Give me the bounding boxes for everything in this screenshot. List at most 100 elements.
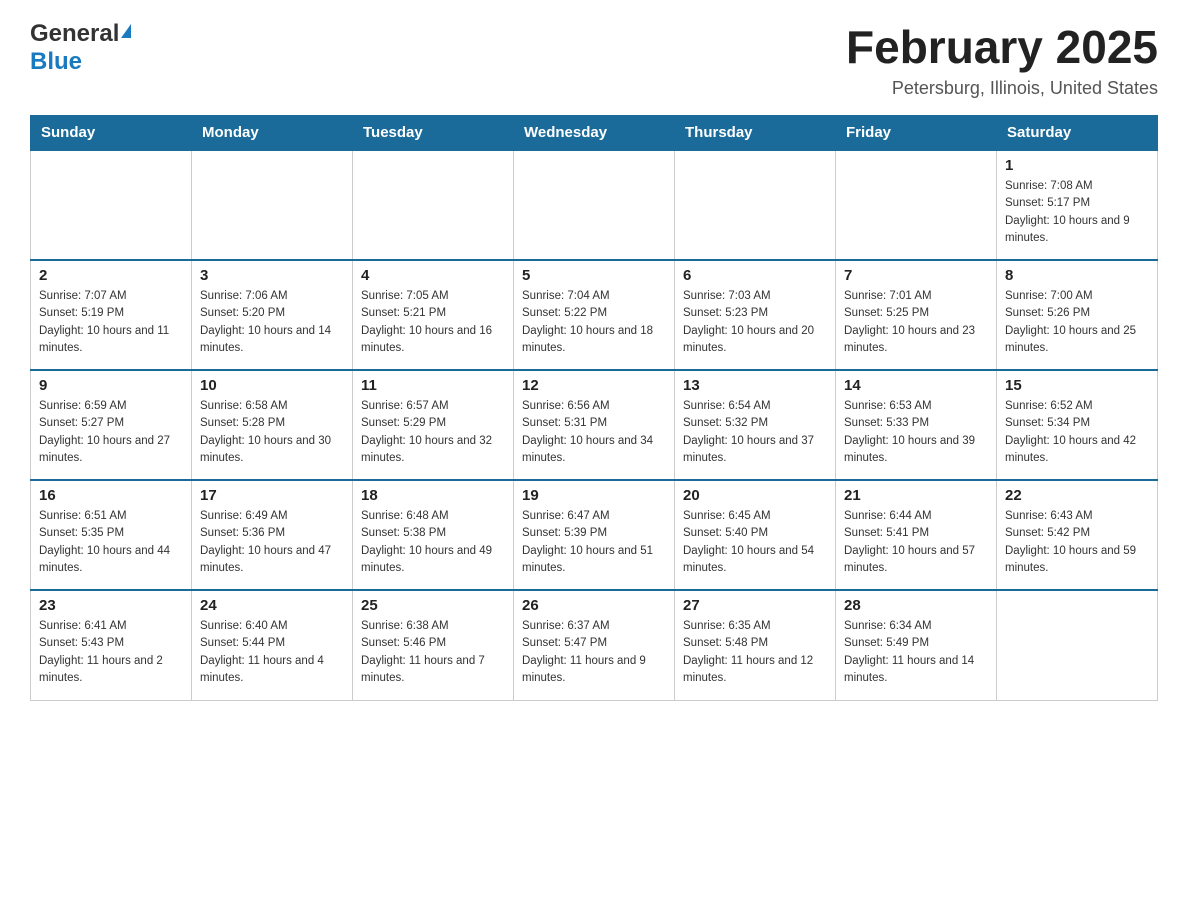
day-info: Sunrise: 6:52 AMSunset: 5:34 PMDaylight:…: [1005, 398, 1149, 467]
calendar-cell: 28 Sunrise: 6:34 AMSunset: 5:49 PMDayligh…: [836, 590, 997, 700]
calendar-cell: 1 Sunrise: 7:08 AMSunset: 5:17 PMDaylight…: [997, 150, 1158, 260]
day-info: Sunrise: 6:41 AMSunset: 5:43 PMDaylight:…: [39, 618, 183, 687]
day-info: Sunrise: 7:07 AMSunset: 5:19 PMDaylight:…: [39, 288, 183, 357]
day-number: 6: [683, 267, 827, 284]
calendar-week-row: 16 Sunrise: 6:51 AMSunset: 5:35 PMDayligh…: [31, 480, 1158, 590]
calendar-cell: [31, 150, 192, 260]
calendar-header-row: SundayMondayTuesdayWednesdayThursdayFrid…: [31, 116, 1158, 151]
title-area: February 2025 Petersburg, Illinois, Unit…: [846, 20, 1158, 99]
logo: General Blue: [30, 20, 131, 76]
day-info: Sunrise: 6:51 AMSunset: 5:35 PMDaylight:…: [39, 508, 183, 577]
calendar-cell: 12 Sunrise: 6:56 AMSunset: 5:31 PMDayligh…: [514, 370, 675, 480]
weekday-header-friday: Friday: [836, 116, 997, 151]
weekday-header-saturday: Saturday: [997, 116, 1158, 151]
day-info: Sunrise: 6:37 AMSunset: 5:47 PMDaylight:…: [522, 618, 666, 687]
day-number: 2: [39, 267, 183, 284]
day-number: 3: [200, 267, 344, 284]
day-info: Sunrise: 6:57 AMSunset: 5:29 PMDaylight:…: [361, 398, 505, 467]
page-header: General Blue February 2025 Petersburg, I…: [30, 20, 1158, 99]
calendar-cell: 13Sunrise: 6:54 AMSunset: 5:32 PMDayligh…: [675, 370, 836, 480]
day-info: Sunrise: 6:58 AMSunset: 5:28 PMDaylight:…: [200, 398, 344, 467]
day-number: 16: [39, 487, 183, 504]
calendar-cell: 25 Sunrise: 6:38 AMSunset: 5:46 PMDayligh…: [353, 590, 514, 700]
day-info: Sunrise: 6:34 AMSunset: 5:49 PMDaylight:…: [844, 618, 988, 687]
calendar-cell: 19 Sunrise: 6:47 AMSunset: 5:39 PMDayligh…: [514, 480, 675, 590]
day-info: Sunrise: 6:47 AMSunset: 5:39 PMDaylight:…: [522, 508, 666, 577]
month-title: February 2025: [846, 20, 1158, 74]
calendar-cell: 11 Sunrise: 6:57 AMSunset: 5:29 PMDayligh…: [353, 370, 514, 480]
calendar-cell: [192, 150, 353, 260]
calendar-week-row: 9Sunrise: 6:59 AMSunset: 5:27 PMDaylight…: [31, 370, 1158, 480]
calendar-cell: 16 Sunrise: 6:51 AMSunset: 5:35 PMDayligh…: [31, 480, 192, 590]
day-number: 4: [361, 267, 505, 284]
calendar-cell: 6 Sunrise: 7:03 AMSunset: 5:23 PMDaylight…: [675, 260, 836, 370]
calendar-cell: 23 Sunrise: 6:41 AMSunset: 5:43 PMDayligh…: [31, 590, 192, 700]
day-number: 7: [844, 267, 988, 284]
day-info: Sunrise: 7:01 AMSunset: 5:25 PMDaylight:…: [844, 288, 988, 357]
day-info: Sunrise: 6:43 AMSunset: 5:42 PMDaylight:…: [1005, 508, 1149, 577]
day-number: 11: [361, 377, 505, 394]
calendar-cell: 7 Sunrise: 7:01 AMSunset: 5:25 PMDaylight…: [836, 260, 997, 370]
calendar-cell: 8 Sunrise: 7:00 AMSunset: 5:26 PMDaylight…: [997, 260, 1158, 370]
day-number: 20: [683, 487, 827, 504]
day-number: 10: [200, 377, 344, 394]
calendar-cell: 24Sunrise: 6:40 AMSunset: 5:44 PMDayligh…: [192, 590, 353, 700]
calendar-cell: 9Sunrise: 6:59 AMSunset: 5:27 PMDaylight…: [31, 370, 192, 480]
calendar-cell: 17Sunrise: 6:49 AMSunset: 5:36 PMDayligh…: [192, 480, 353, 590]
weekday-header-tuesday: Tuesday: [353, 116, 514, 151]
calendar-cell: [353, 150, 514, 260]
day-info: Sunrise: 7:00 AMSunset: 5:26 PMDaylight:…: [1005, 288, 1149, 357]
day-info: Sunrise: 6:38 AMSunset: 5:46 PMDaylight:…: [361, 618, 505, 687]
day-number: 19: [522, 487, 666, 504]
calendar-cell: 20 Sunrise: 6:45 AMSunset: 5:40 PMDayligh…: [675, 480, 836, 590]
day-number: 15: [1005, 377, 1149, 394]
calendar-cell: 27 Sunrise: 6:35 AMSunset: 5:48 PMDayligh…: [675, 590, 836, 700]
day-number: 9: [39, 377, 183, 394]
day-number: 28: [844, 597, 988, 614]
day-info: Sunrise: 6:48 AMSunset: 5:38 PMDaylight:…: [361, 508, 505, 577]
day-number: 27: [683, 597, 827, 614]
day-number: 23: [39, 597, 183, 614]
calendar-cell: 5 Sunrise: 7:04 AMSunset: 5:22 PMDaylight…: [514, 260, 675, 370]
calendar-cell: [836, 150, 997, 260]
calendar-week-row: 1 Sunrise: 7:08 AMSunset: 5:17 PMDaylight…: [31, 150, 1158, 260]
day-info: Sunrise: 6:56 AMSunset: 5:31 PMDaylight:…: [522, 398, 666, 467]
day-info: Sunrise: 6:35 AMSunset: 5:48 PMDaylight:…: [683, 618, 827, 687]
calendar-cell: 21 Sunrise: 6:44 AMSunset: 5:41 PMDayligh…: [836, 480, 997, 590]
weekday-header-sunday: Sunday: [31, 116, 192, 151]
day-number: 12: [522, 377, 666, 394]
day-number: 25: [361, 597, 505, 614]
day-info: Sunrise: 6:53 AMSunset: 5:33 PMDaylight:…: [844, 398, 988, 467]
day-info: Sunrise: 7:05 AMSunset: 5:21 PMDaylight:…: [361, 288, 505, 357]
calendar-cell: 26 Sunrise: 6:37 AMSunset: 5:47 PMDayligh…: [514, 590, 675, 700]
day-info: Sunrise: 6:49 AMSunset: 5:36 PMDaylight:…: [200, 508, 344, 577]
weekday-header-monday: Monday: [192, 116, 353, 151]
calendar-cell: 4 Sunrise: 7:05 AMSunset: 5:21 PMDaylight…: [353, 260, 514, 370]
day-number: 18: [361, 487, 505, 504]
day-info: Sunrise: 7:04 AMSunset: 5:22 PMDaylight:…: [522, 288, 666, 357]
weekday-header-wednesday: Wednesday: [514, 116, 675, 151]
day-info: Sunrise: 6:40 AMSunset: 5:44 PMDaylight:…: [200, 618, 344, 687]
day-number: 8: [1005, 267, 1149, 284]
calendar-cell: 22 Sunrise: 6:43 AMSunset: 5:42 PMDayligh…: [997, 480, 1158, 590]
day-number: 5: [522, 267, 666, 284]
calendar-cell: 10 Sunrise: 6:58 AMSunset: 5:28 PMDayligh…: [192, 370, 353, 480]
day-info: Sunrise: 7:08 AMSunset: 5:17 PMDaylight:…: [1005, 178, 1149, 247]
calendar-cell: 14 Sunrise: 6:53 AMSunset: 5:33 PMDayligh…: [836, 370, 997, 480]
calendar-cell: [675, 150, 836, 260]
calendar-week-row: 23 Sunrise: 6:41 AMSunset: 5:43 PMDayligh…: [31, 590, 1158, 700]
day-info: Sunrise: 6:45 AMSunset: 5:40 PMDaylight:…: [683, 508, 827, 577]
day-info: Sunrise: 7:06 AMSunset: 5:20 PMDaylight:…: [200, 288, 344, 357]
day-number: 14: [844, 377, 988, 394]
calendar-table: SundayMondayTuesdayWednesdayThursdayFrid…: [30, 115, 1158, 701]
day-number: 22: [1005, 487, 1149, 504]
day-number: 1: [1005, 157, 1149, 174]
logo-blue-text: Blue: [30, 48, 82, 76]
location-title: Petersburg, Illinois, United States: [846, 78, 1158, 99]
calendar-cell: 2 Sunrise: 7:07 AMSunset: 5:19 PMDaylight…: [31, 260, 192, 370]
day-number: 21: [844, 487, 988, 504]
day-info: Sunrise: 6:44 AMSunset: 5:41 PMDaylight:…: [844, 508, 988, 577]
day-number: 26: [522, 597, 666, 614]
calendar-cell: 3 Sunrise: 7:06 AMSunset: 5:20 PMDaylight…: [192, 260, 353, 370]
day-info: Sunrise: 7:03 AMSunset: 5:23 PMDaylight:…: [683, 288, 827, 357]
